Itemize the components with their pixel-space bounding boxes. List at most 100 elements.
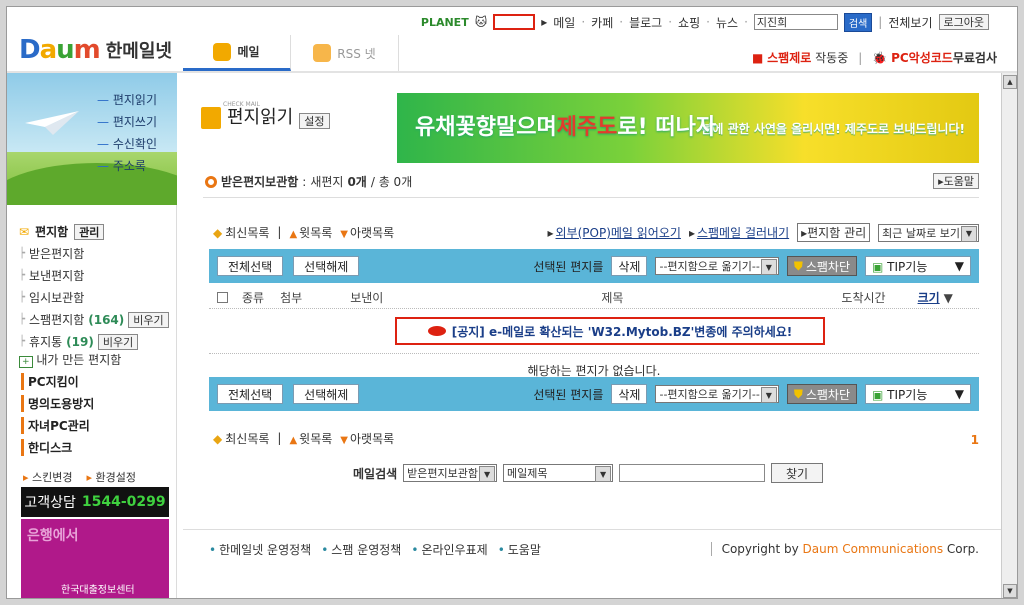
search-input[interactable]: 지진희 [753,14,838,30]
shield-icon: ⛊ [793,386,803,401]
selected-label: 선택된 편지를 [533,387,604,402]
deselect-button[interactable]: 선택해제 [293,384,360,404]
logout-button[interactable]: 로그아웃 [938,14,989,30]
notice-row[interactable]: [공지] e-메일로 확산되는 'W32.Mytob.BZ'변종에 주의하세요! [395,317,825,345]
footer-link-policy[interactable]: 한메일넷 운영정책 [209,541,311,558]
spam-zero-status[interactable]: ■ 스팸제로 작동중 [752,49,848,66]
spam-zero-state: 작동중 [815,51,849,65]
top-link-blog[interactable]: 블로그 [629,14,662,31]
folder-label: 보낸편지함 [29,269,85,283]
footer-link-stamp[interactable]: 온라인우표제 [411,541,487,558]
top-link-shopping[interactable]: 쇼핑 [678,14,700,31]
spam-block-button[interactable]: ⛊ 스팸차단 [786,384,857,404]
manage-button[interactable]: 관리 [74,223,105,240]
ad-banner[interactable]: 은행에서 한국대출정보센터 [21,519,169,598]
folder-sent[interactable]: 보낸편지함 [19,267,169,284]
scroll-up-icon[interactable]: ▲ [1003,75,1017,89]
spam-filter-link[interactable]: 스팸메일 걸러내기 [689,224,789,241]
footer-link-spam-policy[interactable]: 스팸 운영정책 [321,541,401,558]
banner-headline: 유채꽃향말으며제주도로! 떠나자 [415,115,717,140]
hero-link-write[interactable]: 편지쓰기 [97,113,157,130]
sort-select[interactable]: 최근 날짜로 보기 [878,223,979,242]
prev-link[interactable]: 윗목록 [289,224,332,241]
prev-link[interactable]: 윗목록 [289,430,332,447]
page-title: 편지읽기 설정 [201,103,330,129]
link-pc-guard[interactable]: PC지킴이 [21,373,94,390]
link-child-pc[interactable]: 자녀PC관리 [21,417,94,434]
ad-text: 은행에서 [27,528,79,544]
rss-icon [313,44,332,62]
ad-sub: 한국대출정보센터 [61,585,135,596]
tab-mail[interactable]: 메일 [183,35,291,71]
search-box-select[interactable]: 받은편지보관함 [403,464,498,482]
col-sender[interactable]: 보낸이 [350,289,383,306]
move-select[interactable]: --편지함으로 옮기기-- [655,257,779,275]
scroll-down-icon[interactable]: ▼ [1003,584,1017,598]
empty-spam-button[interactable]: 비우기 [128,311,169,328]
empty-trash-button[interactable]: 비우기 [97,333,139,350]
select-all-button[interactable]: 전체선택 [217,256,284,276]
page-title-text: 편지읽기 [227,107,294,128]
select-all-checkbox[interactable] [217,292,228,303]
latest-link[interactable]: 최신목록 [213,224,269,241]
highlight-box [493,14,536,30]
col-arrival[interactable]: 도착시간 [841,289,885,306]
nav-row-top: 최신목록| 윗목록 아랫목록 [213,223,394,241]
pc-check-suffix: 무료검사 [952,51,997,65]
delete-button[interactable]: 삭제 [611,384,648,404]
box-manage-link[interactable]: ▸편지함 관리 [797,223,871,242]
link-hdisk[interactable]: 한디스크 [21,439,94,456]
folder-inbox[interactable]: 받은편지함 [19,245,169,262]
mailbox-title: 편지함 [35,225,69,239]
vertical-scrollbar[interactable]: ▲ ▼ [1001,73,1017,598]
hero-link-contacts[interactable]: 주소록 [97,157,157,174]
next-link[interactable]: 아랫목록 [340,224,394,241]
promo-banner[interactable]: 유채꽃향말으며제주도로! 떠나자 봄에 관한 사연을 올리시면! 제주도로 보내… [397,93,979,163]
sidebar-tools: 스킨변경 환경설정 [23,469,136,485]
tip-button[interactable]: ▣ TIP기능 ▼ [865,384,971,404]
paper-plane-icon [25,111,79,135]
bug-icon: 🐞 [872,51,888,65]
search-keyword-input[interactable] [619,464,766,482]
settings-link[interactable]: 환경설정 [87,469,136,485]
find-button[interactable]: 찾기 [771,463,824,483]
page-number[interactable]: 1 [971,433,979,447]
top-link-news[interactable]: 뉴스 [716,14,738,31]
tab-rss[interactable]: RSS 넷 [291,35,399,71]
deselect-button[interactable]: 선택해제 [293,256,360,276]
top-link-cafe[interactable]: 카페 [591,14,613,31]
col-subject[interactable]: 제목 [601,289,623,306]
top-link-mail[interactable]: 메일 [553,14,575,31]
latest-link[interactable]: 최신목록 [213,430,269,447]
view-all-link[interactable]: 전체보기 [888,14,932,31]
pc-check-link[interactable]: 🐞 PC악성코드무료검사 [872,49,997,66]
folder-spam[interactable]: 스팸편지함(164) 비우기 [19,311,169,328]
skin-change-link[interactable]: 스킨변경 [23,469,72,485]
tip-button[interactable]: ▣ TIP기능 ▼ [865,256,971,276]
top-links: PLANET 🐱 ▸ 메일 · 카페 · 블로그 · 쇼핑 · 뉴스 · 지진희 검색 |… [421,12,989,32]
planet-link[interactable]: PLANET [421,16,469,29]
link-id-protect[interactable]: 명의도용방지 [21,395,94,412]
daum-logo[interactable]: Daum 한메일넷 [19,35,172,65]
select-all-button[interactable]: 전체선택 [217,384,284,404]
settings-button[interactable]: 설정 [299,113,330,129]
pop-mail-link[interactable]: 외부(POP)메일 읽어오기 [547,224,681,241]
help-button[interactable]: ▸ 도움말 [933,173,979,189]
folder-trash[interactable]: 휴지통(19) 비우기 [19,333,169,350]
search-field-select[interactable]: 메일제목 [503,464,614,482]
col-size[interactable]: 크기 [918,289,940,306]
move-select[interactable]: --편지함으로 옮기기-- [655,385,779,403]
hero-link-receipt[interactable]: 수신확인 [97,135,157,152]
next-link[interactable]: 아랫목록 [340,430,394,447]
daum-logo-mark: Daum [19,35,101,65]
delete-button[interactable]: 삭제 [611,256,648,276]
search-button[interactable]: 검색 [843,12,873,32]
my-folders[interactable]: + 내가 만든 편지함 [19,351,121,368]
spam-block-button[interactable]: ⛊ 스팸차단 [786,256,857,276]
search-label: 메일검색 [353,466,398,481]
notice-text: [공지] e-메일로 확산되는 'W32.Mytob.BZ'변종에 주의하세요! [451,324,793,339]
folder-drafts[interactable]: 임시보관함 [19,289,169,306]
browser-frame: PLANET 🐱 ▸ 메일 · 카페 · 블로그 · 쇼핑 · 뉴스 · 지진희 검색 |… [6,6,1018,599]
footer-link-help[interactable]: 도움말 [498,541,541,558]
hero-link-read[interactable]: 편지읽기 [97,91,157,108]
